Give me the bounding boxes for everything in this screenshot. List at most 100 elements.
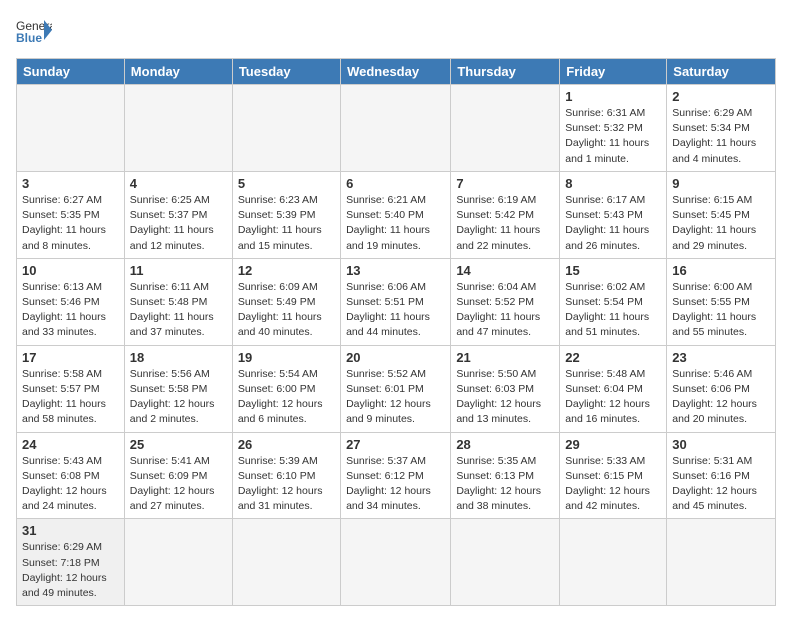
day-info: Sunrise: 6:27 AM Sunset: 5:35 PM Dayligh…	[22, 193, 119, 254]
day-number: 20	[346, 350, 445, 365]
calendar-day-cell: 23Sunrise: 5:46 AM Sunset: 6:06 PM Dayli…	[667, 345, 776, 432]
calendar-day-cell: 31 Sunrise: 6:29 AM Sunset: 7:18 PM Dayli…	[17, 519, 125, 606]
day-info: Sunrise: 6:13 AM Sunset: 5:46 PM Dayligh…	[22, 280, 119, 341]
day-number: 8	[565, 176, 661, 191]
day-of-week-header: Monday	[124, 59, 232, 85]
day-info: Sunrise: 5:52 AM Sunset: 6:01 PM Dayligh…	[346, 367, 445, 428]
calendar-day-cell: 9 Sunrise: 6:15 AM Sunset: 5:45 PM Daylig…	[667, 171, 776, 258]
calendar-day-cell: 20 Sunrise: 5:52 AM Sunset: 6:01 PM Dayli…	[341, 345, 451, 432]
calendar-day-cell: 18 Sunrise: 5:56 AM Sunset: 5:58 PM Dayli…	[124, 345, 232, 432]
calendar-day-cell: 16Sunrise: 6:00 AM Sunset: 5:55 PM Dayli…	[667, 258, 776, 345]
day-of-week-header: Wednesday	[341, 59, 451, 85]
day-number: 10	[22, 263, 119, 278]
day-info: Sunrise: 6:29 AM Sunset: 7:18 PM Dayligh…	[22, 540, 119, 601]
calendar-day-cell: 13Sunrise: 6:06 AM Sunset: 5:51 PM Dayli…	[341, 258, 451, 345]
day-number: 23	[672, 350, 770, 365]
day-info: Sunrise: 6:17 AM Sunset: 5:43 PM Dayligh…	[565, 193, 661, 254]
day-number: 25	[130, 437, 227, 452]
calendar-week-row: 10 Sunrise: 6:13 AM Sunset: 5:46 PM Dayli…	[17, 258, 776, 345]
day-info: Sunrise: 5:31 AM Sunset: 6:16 PM Dayligh…	[672, 454, 770, 515]
day-info: Sunrise: 6:19 AM Sunset: 5:42 PM Dayligh…	[456, 193, 554, 254]
calendar-day-cell: 15 Sunrise: 6:02 AM Sunset: 5:54 PM Dayli…	[560, 258, 667, 345]
day-of-week-header: Sunday	[17, 59, 125, 85]
calendar-day-cell: 12 Sunrise: 6:09 AM Sunset: 5:49 PM Dayli…	[232, 258, 340, 345]
day-number: 19	[238, 350, 335, 365]
day-info: Sunrise: 6:15 AM Sunset: 5:45 PM Dayligh…	[672, 193, 770, 254]
day-of-week-header: Thursday	[451, 59, 560, 85]
calendar-table: SundayMondayTuesdayWednesdayThursdayFrid…	[16, 58, 776, 606]
day-number: 14	[456, 263, 554, 278]
day-number: 12	[238, 263, 335, 278]
day-info: Sunrise: 6:21 AM Sunset: 5:40 PM Dayligh…	[346, 193, 445, 254]
day-number: 31	[22, 523, 119, 538]
day-of-week-header: Saturday	[667, 59, 776, 85]
calendar-day-cell	[341, 519, 451, 606]
day-number: 18	[130, 350, 227, 365]
day-info: Sunrise: 5:48 AM Sunset: 6:04 PM Dayligh…	[565, 367, 661, 428]
calendar-day-cell: 19Sunrise: 5:54 AM Sunset: 6:00 PM Dayli…	[232, 345, 340, 432]
day-info: Sunrise: 5:43 AM Sunset: 6:08 PM Dayligh…	[22, 454, 119, 515]
calendar-week-row: 1Sunrise: 6:31 AM Sunset: 5:32 PM Daylig…	[17, 85, 776, 172]
calendar-week-row: 17 Sunrise: 5:58 AM Sunset: 5:57 PM Dayli…	[17, 345, 776, 432]
day-info: Sunrise: 5:39 AM Sunset: 6:10 PM Dayligh…	[238, 454, 335, 515]
calendar-day-cell: 25Sunrise: 5:41 AM Sunset: 6:09 PM Dayli…	[124, 432, 232, 519]
day-number: 26	[238, 437, 335, 452]
logo: General Blue	[16, 16, 52, 46]
day-number: 6	[346, 176, 445, 191]
day-number: 17	[22, 350, 119, 365]
calendar-header-row: SundayMondayTuesdayWednesdayThursdayFrid…	[17, 59, 776, 85]
day-info: Sunrise: 6:23 AM Sunset: 5:39 PM Dayligh…	[238, 193, 335, 254]
calendar-day-cell: 14Sunrise: 6:04 AM Sunset: 5:52 PM Dayli…	[451, 258, 560, 345]
day-info: Sunrise: 6:25 AM Sunset: 5:37 PM Dayligh…	[130, 193, 227, 254]
calendar-day-cell: 3Sunrise: 6:27 AM Sunset: 5:35 PM Daylig…	[17, 171, 125, 258]
calendar-day-cell	[560, 519, 667, 606]
day-info: Sunrise: 5:35 AM Sunset: 6:13 PM Dayligh…	[456, 454, 554, 515]
calendar-day-cell: 26 Sunrise: 5:39 AM Sunset: 6:10 PM Dayli…	[232, 432, 340, 519]
day-number: 28	[456, 437, 554, 452]
calendar-day-cell: 8 Sunrise: 6:17 AM Sunset: 5:43 PM Daylig…	[560, 171, 667, 258]
day-number: 15	[565, 263, 661, 278]
day-number: 21	[456, 350, 554, 365]
calendar-day-cell: 21 Sunrise: 5:50 AM Sunset: 6:03 PM Dayli…	[451, 345, 560, 432]
day-number: 2	[672, 89, 770, 104]
calendar-day-cell: 30Sunrise: 5:31 AM Sunset: 6:16 PM Dayli…	[667, 432, 776, 519]
calendar-day-cell: 28 Sunrise: 5:35 AM Sunset: 6:13 PM Dayli…	[451, 432, 560, 519]
day-number: 5	[238, 176, 335, 191]
day-info: Sunrise: 6:29 AM Sunset: 5:34 PM Dayligh…	[672, 106, 770, 167]
calendar-day-cell: 27Sunrise: 5:37 AM Sunset: 6:12 PM Dayli…	[341, 432, 451, 519]
day-info: Sunrise: 5:58 AM Sunset: 5:57 PM Dayligh…	[22, 367, 119, 428]
day-info: Sunrise: 5:37 AM Sunset: 6:12 PM Dayligh…	[346, 454, 445, 515]
day-of-week-header: Tuesday	[232, 59, 340, 85]
calendar-day-cell	[232, 85, 340, 172]
day-info: Sunrise: 5:50 AM Sunset: 6:03 PM Dayligh…	[456, 367, 554, 428]
calendar-week-row: 3Sunrise: 6:27 AM Sunset: 5:35 PM Daylig…	[17, 171, 776, 258]
day-info: Sunrise: 6:02 AM Sunset: 5:54 PM Dayligh…	[565, 280, 661, 341]
day-number: 13	[346, 263, 445, 278]
day-info: Sunrise: 6:11 AM Sunset: 5:48 PM Dayligh…	[130, 280, 227, 341]
day-number: 7	[456, 176, 554, 191]
day-number: 1	[565, 89, 661, 104]
day-number: 9	[672, 176, 770, 191]
calendar-day-cell	[341, 85, 451, 172]
day-of-week-header: Friday	[560, 59, 667, 85]
calendar-day-cell: 11Sunrise: 6:11 AM Sunset: 5:48 PM Dayli…	[124, 258, 232, 345]
calendar-day-cell	[124, 85, 232, 172]
calendar-day-cell	[232, 519, 340, 606]
calendar-day-cell: 17 Sunrise: 5:58 AM Sunset: 5:57 PM Dayli…	[17, 345, 125, 432]
day-number: 24	[22, 437, 119, 452]
page-header: General Blue	[16, 16, 776, 46]
day-info: Sunrise: 5:33 AM Sunset: 6:15 PM Dayligh…	[565, 454, 661, 515]
calendar-day-cell	[451, 519, 560, 606]
calendar-day-cell	[451, 85, 560, 172]
calendar-day-cell	[124, 519, 232, 606]
calendar-day-cell: 10 Sunrise: 6:13 AM Sunset: 5:46 PM Dayli…	[17, 258, 125, 345]
calendar-week-row: 24 Sunrise: 5:43 AM Sunset: 6:08 PM Dayli…	[17, 432, 776, 519]
calendar-day-cell: 1Sunrise: 6:31 AM Sunset: 5:32 PM Daylig…	[560, 85, 667, 172]
day-number: 16	[672, 263, 770, 278]
day-info: Sunrise: 5:56 AM Sunset: 5:58 PM Dayligh…	[130, 367, 227, 428]
calendar-day-cell: 6 Sunrise: 6:21 AM Sunset: 5:40 PM Daylig…	[341, 171, 451, 258]
calendar-day-cell: 22Sunrise: 5:48 AM Sunset: 6:04 PM Dayli…	[560, 345, 667, 432]
calendar-week-row: 31 Sunrise: 6:29 AM Sunset: 7:18 PM Dayli…	[17, 519, 776, 606]
calendar-day-cell: 4Sunrise: 6:25 AM Sunset: 5:37 PM Daylig…	[124, 171, 232, 258]
day-info: Sunrise: 6:09 AM Sunset: 5:49 PM Dayligh…	[238, 280, 335, 341]
